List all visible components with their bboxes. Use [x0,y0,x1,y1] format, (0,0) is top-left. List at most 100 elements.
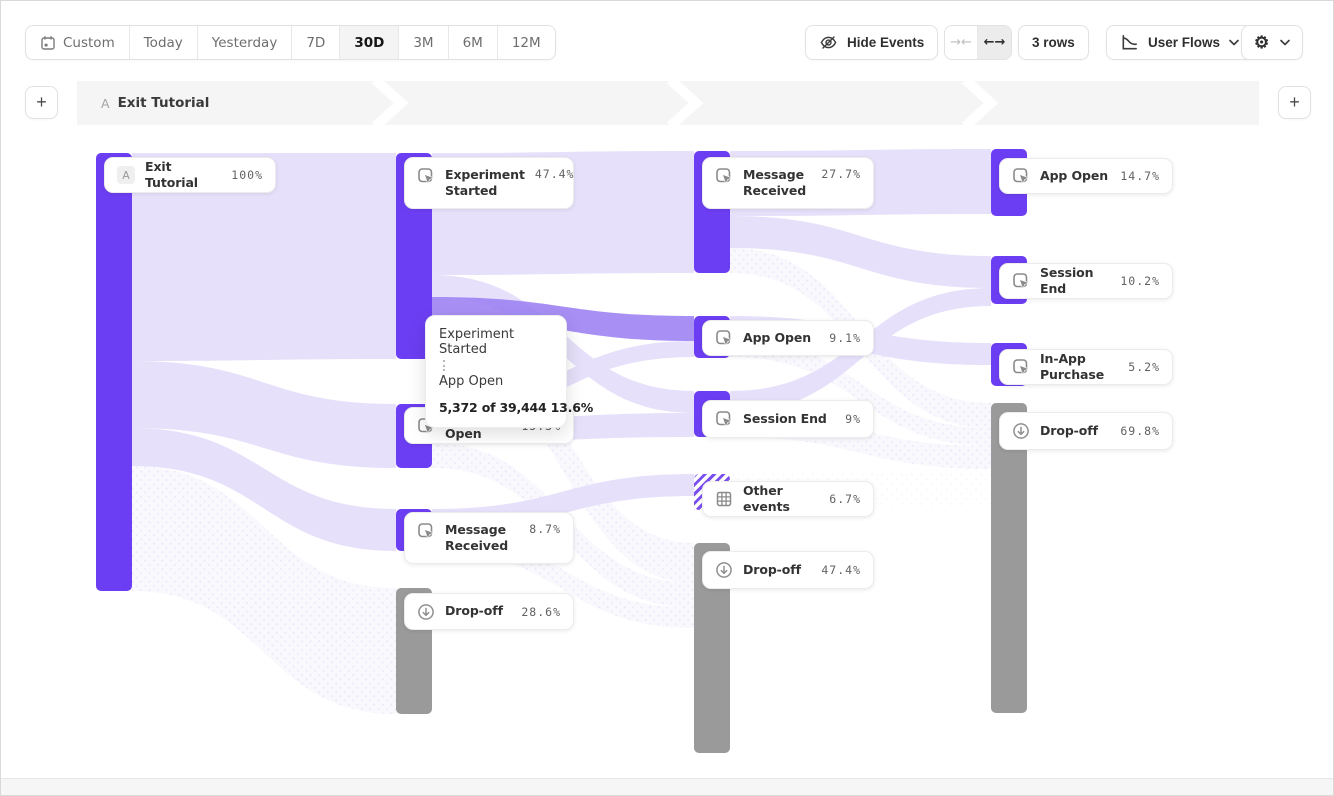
flow-node-card-c2-drop[interactable]: Drop-off 28.6% [404,593,574,630]
date-preset-custom[interactable]: Custom [26,26,130,59]
date-preset-12m[interactable]: 12M [498,26,555,59]
step-separator-chevrons [77,81,1259,125]
date-preset-label: 3M [413,35,433,51]
plus-icon: + [1289,92,1300,113]
event-cursor-icon [417,522,435,540]
other-events-grid-icon [715,490,733,508]
node-percent: 14.7% [1120,169,1160,183]
calendar-icon [40,35,56,51]
footer-strip [1,778,1333,795]
flow-node-card-c3-session[interactable]: Session End 9% [702,400,874,438]
node-percent: 9% [845,412,861,426]
node-percent: 47.4% [535,167,575,181]
node-label: In-App Purchase [1040,351,1118,384]
node-percent: 5.2% [1128,360,1160,374]
step-letter-badge: A [117,166,135,184]
flow-node-card-c2-exp[interactable]: Experiment Started 47.4% [404,157,574,209]
date-preset-label: Custom [63,35,115,51]
add-step-right-button[interactable]: + [1278,86,1311,119]
date-preset-3m[interactable]: 3M [399,26,448,59]
rows-label: 3 rows [1032,35,1075,50]
date-preset-today[interactable]: Today [130,26,198,59]
node-percent: 6.7% [829,492,861,506]
date-preset-yesterday[interactable]: Yesterday [198,26,293,59]
step-header-band: A Exit Tutorial [77,81,1259,125]
date-preset-7d[interactable]: 7D [292,26,340,59]
event-cursor-icon [1012,358,1030,376]
node-label: Experiment Started [445,167,525,200]
plus-icon: + [36,92,47,113]
date-preset-label: Yesterday [212,35,278,51]
node-percent: 100% [231,168,263,182]
node-percent: 47.4% [821,563,861,577]
event-cursor-icon [715,167,733,185]
chevron-down-icon [1280,39,1290,46]
flow-node-card-c4-inapp[interactable]: In-App Purchase 5.2% [999,349,1173,385]
chevron-down-icon [1229,39,1239,46]
drop-off-icon [417,603,435,621]
node-percent: 10.2% [1120,274,1160,288]
date-preset-label: 7D [306,35,325,51]
date-preset-30d[interactable]: 30D [340,26,399,59]
node-percent: 9.1% [829,331,861,345]
node-percent: 27.7% [821,167,861,181]
flow-node-card-c2-msg[interactable]: Message Received 8.7% [404,512,574,564]
hide-events-button[interactable]: Hide Events [805,25,938,60]
node-label: Message Received [743,167,811,200]
collapse-columns-button[interactable]: →← [945,26,978,59]
node-label: Message Received [445,522,519,555]
flow-node-card-c4-session[interactable]: Session End 10.2% [999,263,1173,299]
spacing-toggle: →← ←→ [944,25,1012,60]
add-step-left-button[interactable]: + [25,86,58,119]
user-flows-chart-icon [1120,33,1139,52]
settings-button[interactable]: ⚙ [1241,25,1303,60]
node-percent: 69.8% [1120,424,1160,438]
tooltip-stat: 5,372 of 39,444 13.6% [439,400,553,415]
event-cursor-icon [1012,167,1030,185]
view-selector-button[interactable]: User Flows [1106,25,1253,60]
node-label: Session End [743,411,835,427]
tooltip-connector [443,360,445,371]
rows-button[interactable]: 3 rows [1018,25,1089,60]
tooltip-target-event: App Open [439,374,553,389]
node-label: App Open [743,330,819,346]
date-preset-6m[interactable]: 6M [449,26,498,59]
date-preset-label: 6M [463,35,483,51]
toolbar: Custom Today Yesterday 7D 30D 3M 6M 12M Hide Ev… [1,1,1333,73]
node-label: Exit Tutorial [145,159,221,192]
flow-tooltip: Experiment Started App Open 5,372 of 39,… [425,315,567,428]
event-cursor-icon [417,167,435,185]
node-percent: 8.7% [529,522,561,536]
flow-node-bar-c1-exit[interactable] [96,153,132,591]
node-label: Session End [1040,265,1110,298]
eye-off-icon [819,33,838,52]
flow-node-card-c3-other[interactable]: Other events6.7% [702,481,874,517]
hide-events-label: Hide Events [847,35,924,50]
date-preset-label: Today [144,35,183,51]
drop-off-icon [715,561,733,579]
expand-columns-button[interactable]: ←→ [978,26,1011,59]
gear-icon: ⚙ [1254,34,1269,51]
flow-node-card-c4-app[interactable]: App Open 14.7% [999,158,1173,194]
flow-node-card-c4-drop[interactable]: Drop-off 69.8% [999,412,1173,450]
flow-node-card-c3-drop[interactable]: Drop-off 47.4% [702,551,874,589]
tooltip-source-event: Experiment Started [439,327,553,357]
node-label: Drop-off [1040,423,1110,439]
date-preset-label: 30D [354,35,384,51]
flow-node-card-c3-msg[interactable]: Message Received 27.7% [702,157,874,209]
flow-node-card-c3-app[interactable]: App Open 9.1% [702,320,874,356]
drop-off-icon [1012,422,1030,440]
flow-ribbons [1,125,1334,780]
expand-arrows-icon: ←→ [984,35,1006,50]
node-label: Drop-off [743,562,811,578]
view-label: User Flows [1148,35,1220,50]
node-label: Drop-off [445,603,511,619]
node-percent: 28.6% [521,605,561,619]
event-cursor-icon [715,410,733,428]
collapse-arrows-icon: →← [950,35,972,50]
event-cursor-icon [1012,272,1030,290]
date-range-picker: Custom Today Yesterday 7D 30D 3M 6M 12M [25,25,556,60]
flow-node-card-c1-exit[interactable]: A Exit Tutorial 100% [104,157,276,193]
event-cursor-icon [715,329,733,347]
node-label: App Open [1040,168,1110,184]
